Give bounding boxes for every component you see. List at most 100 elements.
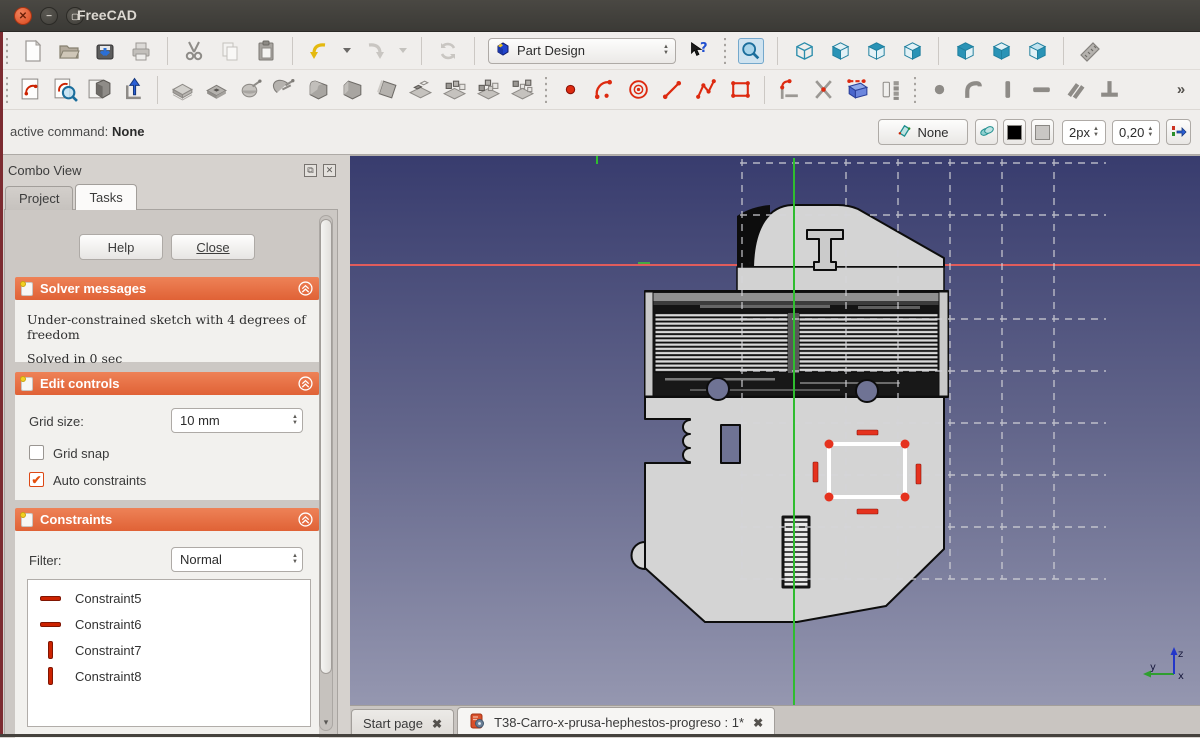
polar-pattern-icon[interactable] — [475, 77, 501, 103]
toolbar-drag-handle[interactable] — [912, 77, 918, 103]
pad-icon[interactable] — [169, 77, 195, 103]
auto-constraints-checkbox[interactable]: ✔ — [29, 472, 44, 487]
sketch-vertex[interactable] — [825, 440, 834, 449]
toolbar-overflow-icon[interactable]: » — [1168, 77, 1194, 103]
line-width-spinner[interactable]: 2px ▲▼ — [1062, 120, 1106, 145]
constraint-coincident-icon[interactable] — [926, 77, 952, 103]
horizontal-constraint-marker[interactable] — [857, 509, 878, 514]
open-file-icon[interactable] — [56, 38, 82, 64]
hole-right[interactable] — [856, 380, 878, 402]
view-left-icon[interactable] — [1024, 38, 1050, 64]
workbench-selector[interactable]: Part Design ▲▼ — [488, 38, 676, 64]
3d-viewport[interactable]: z y x — [350, 155, 1200, 705]
sketch-vertex[interactable] — [825, 493, 834, 502]
scroll-down-icon[interactable]: ▾ — [320, 717, 332, 728]
toolbar-drag-handle[interactable] — [4, 38, 10, 64]
grid-size-spinner-icons[interactable]: ▲▼ — [292, 415, 298, 427]
line-color-button[interactable] — [1003, 119, 1026, 145]
multi-transform-icon[interactable] — [509, 77, 535, 103]
horizontal-constraint-marker[interactable] — [857, 430, 878, 435]
close-tab-icon[interactable]: ✖ — [753, 716, 763, 730]
collapse-section-icon[interactable] — [298, 376, 313, 391]
point-size-spinner[interactable]: 0,20 ▲▼ — [1112, 120, 1160, 145]
sketch-point-icon[interactable] — [557, 77, 583, 103]
new-file-icon[interactable] — [20, 38, 46, 64]
louver-block[interactable] — [645, 291, 948, 397]
edit-controls-header[interactable]: Edit controls — [15, 372, 319, 395]
toolbar-drag-handle[interactable] — [4, 77, 10, 103]
view-top-icon[interactable] — [863, 38, 889, 64]
revolution-icon[interactable] — [237, 77, 263, 103]
hole-left[interactable] — [707, 378, 729, 400]
constraint-filter-dropdown[interactable]: Normal ▲▼ — [171, 547, 303, 572]
close-task-button[interactable]: Close — [171, 234, 255, 260]
grid-snap-checkbox[interactable]: ✔ — [29, 445, 44, 460]
undo-dropdown-icon[interactable] — [342, 38, 352, 64]
float-panel-icon[interactable]: ⧉ — [304, 164, 317, 177]
paste-icon[interactable] — [253, 38, 279, 64]
mirrored-icon[interactable] — [407, 77, 433, 103]
sketch-vertex[interactable] — [901, 440, 910, 449]
tab-start-page[interactable]: Start page ✖ — [351, 709, 454, 737]
sketch-circle-icon[interactable] — [625, 77, 651, 103]
close-window-button[interactable]: ✕ — [14, 7, 32, 25]
cut-icon[interactable] — [181, 38, 207, 64]
redo-dropdown-icon[interactable] — [398, 38, 408, 64]
help-button[interactable]: Help — [79, 234, 163, 260]
scrollbar-thumb[interactable] — [320, 219, 332, 674]
close-panel-icon[interactable]: ✕ — [323, 164, 336, 177]
save-file-icon[interactable] — [92, 38, 118, 64]
slot-cutout[interactable] — [721, 425, 740, 463]
map-sketch-icon[interactable] — [86, 77, 112, 103]
refresh-icon[interactable] — [435, 38, 461, 64]
undo-icon[interactable] — [306, 38, 332, 64]
list-item[interactable]: Constraint7 — [28, 637, 310, 663]
constraint-parallel-icon[interactable] — [1062, 77, 1088, 103]
external-geometry-icon[interactable] — [844, 77, 870, 103]
sketch-fillet-icon[interactable] — [776, 77, 802, 103]
edit-sketch-icon[interactable] — [52, 77, 78, 103]
leave-sketch-icon[interactable] — [120, 77, 146, 103]
snap-none-button[interactable]: None — [878, 119, 968, 145]
view-rear-icon[interactable] — [952, 38, 978, 64]
view-bottom-icon[interactable] — [988, 38, 1014, 64]
constraint-vertical-icon[interactable] — [994, 77, 1020, 103]
vertical-constraint-marker[interactable] — [916, 464, 921, 484]
solver-messages-header[interactable]: Solver messages — [15, 277, 319, 300]
groove-icon[interactable] — [271, 77, 297, 103]
constraints-header[interactable]: Constraints — [15, 508, 319, 531]
whats-this-icon[interactable]: ? — [686, 38, 712, 64]
panel-scrollbar[interactable]: ▾ — [319, 215, 333, 731]
face-color-button[interactable] — [1031, 119, 1054, 145]
sketch-arc-icon[interactable] — [591, 77, 617, 103]
sketch-line-icon[interactable] — [659, 77, 685, 103]
sketch-vertex[interactable] — [901, 493, 910, 502]
view-axonometric-icon[interactable] — [791, 38, 817, 64]
redo-icon[interactable] — [362, 38, 388, 64]
tab-project[interactable]: Project — [5, 186, 73, 210]
collapse-section-icon[interactable] — [298, 281, 313, 296]
grid-size-spinner[interactable]: 10 mm ▲▼ — [171, 408, 303, 433]
workbench-spinner-icons[interactable]: ▲▼ — [663, 45, 669, 57]
fillet-icon[interactable] — [305, 77, 331, 103]
chamfer-icon[interactable] — [339, 77, 365, 103]
tab-tasks[interactable]: Tasks — [75, 184, 136, 210]
auto-update-button[interactable] — [1166, 119, 1191, 145]
collapse-section-icon[interactable] — [298, 512, 313, 527]
list-item[interactable]: Constraint8 — [28, 663, 310, 689]
fit-all-button[interactable] — [738, 38, 764, 64]
constraint-horizontal-icon[interactable] — [1028, 77, 1054, 103]
constraint-tangent-icon[interactable] — [960, 77, 986, 103]
view-right-icon[interactable] — [899, 38, 925, 64]
print-icon[interactable] — [128, 38, 154, 64]
linear-pattern-icon[interactable] — [441, 77, 467, 103]
measure-distance-icon[interactable] — [1077, 38, 1103, 64]
list-item[interactable]: Constraint5 — [28, 585, 310, 611]
new-sketch-icon[interactable] — [18, 77, 44, 103]
filter-dropdown-icons[interactable]: ▲▼ — [292, 554, 298, 566]
copy-icon[interactable] — [217, 38, 243, 64]
toolbar-drag-handle[interactable] — [543, 77, 549, 103]
minimize-window-button[interactable]: − — [40, 7, 58, 25]
grid-toggle-button[interactable] — [975, 119, 998, 145]
draft-icon[interactable] — [373, 77, 399, 103]
